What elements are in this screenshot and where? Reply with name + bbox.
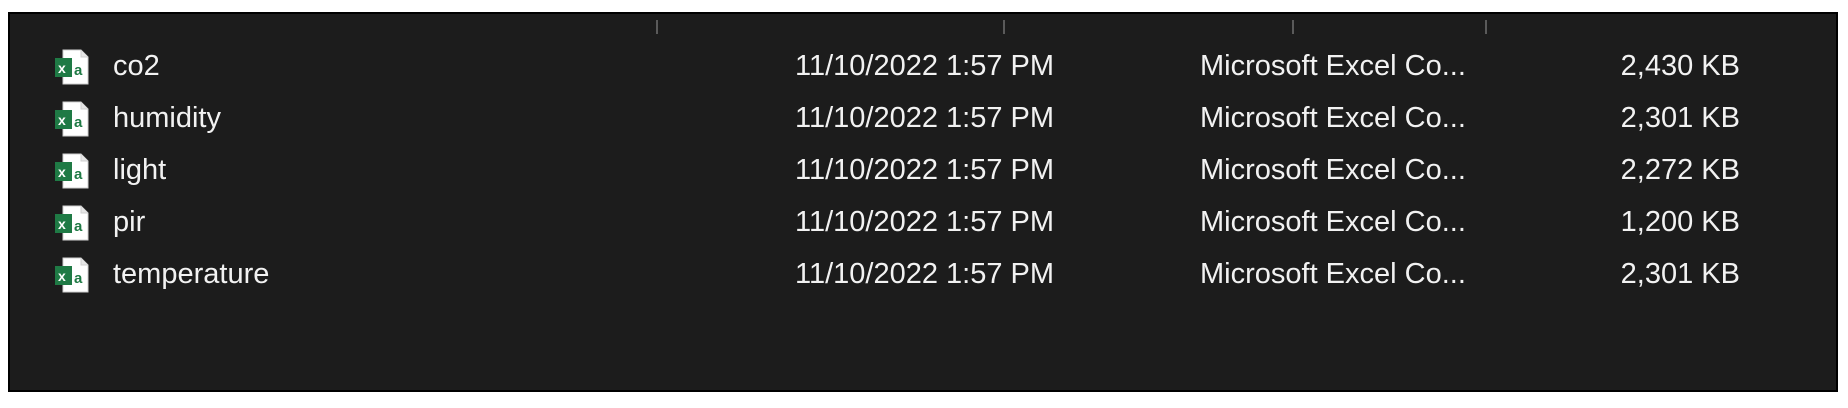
file-size: 2,301 KB xyxy=(1620,102,1740,134)
file-name[interactable]: humidity xyxy=(113,92,221,144)
svg-text:x: x xyxy=(58,60,66,76)
file-size: 2,272 KB xyxy=(1620,154,1740,186)
excel-csv-file-icon: a x xyxy=(54,256,90,294)
excel-csv-file-icon: a x xyxy=(54,204,90,242)
file-row-pir[interactable]: a x pir 11/10/2022 1:57 PM Microsoft Exc… xyxy=(10,196,1820,248)
file-date-modified: 11/10/2022 1:57 PM xyxy=(795,154,1055,186)
file-size: 2,301 KB xyxy=(1620,258,1740,290)
svg-text:a: a xyxy=(74,218,83,235)
file-row-temperature[interactable]: a x temperature 11/10/2022 1:57 PM Micro… xyxy=(10,248,1820,300)
file-row-co2[interactable]: a x co2 11/10/2022 1:57 PM Microsoft Exc… xyxy=(10,40,1820,92)
file-size: 2,430 KB xyxy=(1620,50,1740,82)
file-name[interactable]: temperature xyxy=(113,248,269,300)
excel-csv-file-icon: a x xyxy=(54,152,90,190)
svg-text:x: x xyxy=(58,112,66,128)
file-name[interactable]: light xyxy=(113,144,166,196)
file-row-light[interactable]: a x light 11/10/2022 1:57 PM Microsoft E… xyxy=(10,144,1820,196)
excel-csv-file-icon: a x xyxy=(54,100,90,138)
svg-text:x: x xyxy=(58,164,66,180)
svg-text:x: x xyxy=(58,216,66,232)
excel-csv-file-icon: a x xyxy=(54,48,90,86)
svg-text:a: a xyxy=(74,166,83,183)
svg-text:a: a xyxy=(74,270,83,287)
svg-text:a: a xyxy=(74,62,83,79)
file-date-modified: 11/10/2022 1:57 PM xyxy=(795,258,1055,290)
file-size: 1,200 KB xyxy=(1620,206,1740,238)
column-divider-type[interactable] xyxy=(1292,20,1294,34)
file-date-modified: 11/10/2022 1:57 PM xyxy=(795,102,1055,134)
svg-text:x: x xyxy=(58,268,66,284)
file-date-modified: 11/10/2022 1:57 PM xyxy=(795,206,1055,238)
file-row-humidity[interactable]: a x humidity 11/10/2022 1:57 PM Microsof… xyxy=(10,92,1820,144)
file-date-modified: 11/10/2022 1:57 PM xyxy=(795,50,1055,82)
column-divider-size[interactable] xyxy=(1485,20,1487,34)
file-name[interactable]: pir xyxy=(113,196,145,248)
file-name[interactable]: co2 xyxy=(113,40,160,92)
file-list-panel: a x co2 11/10/2022 1:57 PM Microsoft Exc… xyxy=(8,12,1838,392)
svg-text:a: a xyxy=(74,114,83,131)
column-divider-date[interactable] xyxy=(1003,20,1005,34)
column-divider-name[interactable] xyxy=(656,20,658,34)
